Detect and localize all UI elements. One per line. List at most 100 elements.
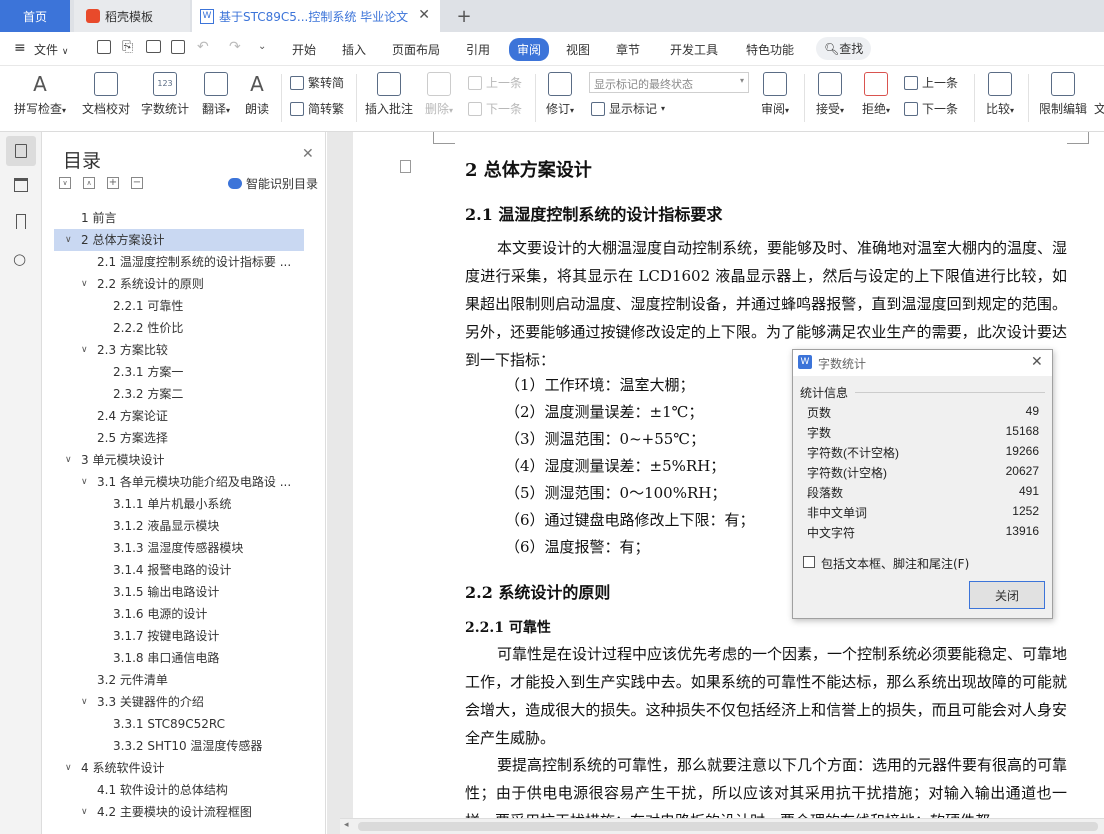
- toc-item[interactable]: 2.5 方案选择: [54, 427, 304, 449]
- prev-comment-button[interactable]: 上一条: [468, 74, 522, 91]
- export-icon[interactable]: ⎘: [122, 39, 133, 55]
- list-item: （6）温度报警：有；: [505, 538, 650, 556]
- print-preview-icon[interactable]: [171, 40, 185, 54]
- collapse-all-icon[interactable]: ∨: [59, 177, 71, 189]
- toc-item[interactable]: ∨ 2.3 方案比较: [54, 339, 304, 361]
- tab-home[interactable]: 首页: [0, 0, 70, 32]
- chevron-down-icon[interactable]: ∨: [81, 471, 88, 493]
- horizontal-scrollbar[interactable]: ◂: [340, 818, 1104, 834]
- insert-comment-button[interactable]: 插入批注: [364, 72, 414, 117]
- compare-button[interactable]: 比较▾: [982, 72, 1018, 117]
- paragraph-marker-icon[interactable]: [400, 160, 411, 173]
- add-heading-icon[interactable]: +: [107, 177, 119, 189]
- toc-item[interactable]: ∨ 3.1 各单元模块功能介绍及电路设 ...: [54, 471, 304, 493]
- menu-chapter[interactable]: 章节: [616, 41, 640, 58]
- chevron-down-icon[interactable]: ∨: [81, 273, 88, 295]
- spell-check-button[interactable]: A 拼写检查▾: [10, 72, 70, 117]
- review-pane-button[interactable]: 审阅▾: [758, 72, 792, 117]
- save-icon[interactable]: [97, 40, 111, 54]
- smart-toc-button[interactable]: 智能识别目录: [228, 175, 318, 192]
- toc-item[interactable]: 3.2 元件清单: [54, 669, 304, 691]
- toc-item[interactable]: 3.1.8 串口通信电路: [54, 647, 304, 669]
- tab-document[interactable]: W 基于STC89C5...控制系统 毕业论文 ✕: [192, 0, 440, 32]
- show-markup-button[interactable]: 显示标记 ▾: [591, 100, 665, 117]
- toc-item[interactable]: 3.1.2 液晶显示模块: [54, 515, 304, 537]
- toc-item[interactable]: 3.3.1 STC89C52RC: [54, 713, 304, 735]
- menu-page-layout[interactable]: 页面布局: [392, 41, 440, 58]
- toc-item[interactable]: 2.4 方案论证: [54, 405, 304, 427]
- menu-icon[interactable]: ≡: [14, 40, 26, 56]
- toc-item[interactable]: 3.1.5 输出电路设计: [54, 581, 304, 603]
- prev-change-button[interactable]: 上一条: [904, 74, 958, 91]
- menu-insert[interactable]: 插入: [342, 41, 366, 58]
- toc-item[interactable]: 2.2.1 可靠性: [54, 295, 304, 317]
- redo-icon[interactable]: ↷: [229, 39, 241, 55]
- toc-item[interactable]: 3.3.2 SHT10 温湿度传感器: [54, 735, 304, 757]
- toc-item[interactable]: 2.3.2 方案二: [54, 383, 304, 405]
- toc-item[interactable]: 3.1.4 报警电路的设计: [54, 559, 304, 581]
- word-count-button[interactable]: 123 字数统计: [140, 72, 190, 117]
- toc-item[interactable]: ∨ 3.3 关键器件的介绍: [54, 691, 304, 713]
- toc-item[interactable]: ∨ 4 系统软件设计: [54, 757, 304, 779]
- toc-item[interactable]: 2.3.1 方案一: [54, 361, 304, 383]
- reject-button[interactable]: 拒绝▾: [858, 72, 894, 117]
- remove-heading-icon[interactable]: −: [131, 177, 143, 189]
- translate-button[interactable]: 翻译▾: [198, 72, 234, 117]
- scroll-left-icon[interactable]: ◂: [344, 820, 349, 830]
- chevron-down-icon[interactable]: ∨: [65, 757, 72, 779]
- toc-item[interactable]: ∨ 3 单元模块设计: [54, 449, 304, 471]
- track-changes-button[interactable]: 修订▾: [542, 72, 578, 117]
- close-nav-icon[interactable]: ✕: [302, 146, 314, 162]
- toc-item[interactable]: 3.1.6 电源的设计: [54, 603, 304, 625]
- chevron-down-icon[interactable]: ∨: [81, 339, 88, 361]
- toc-item[interactable]: ∨ 2.2 系统设计的原则: [54, 273, 304, 295]
- toc-item[interactable]: 1 前言: [54, 207, 304, 229]
- include-notes-checkbox[interactable]: [803, 556, 815, 568]
- chevron-down-icon[interactable]: ∨: [81, 801, 88, 819]
- outline-icon[interactable]: [14, 178, 28, 192]
- menu-features[interactable]: 特色功能: [746, 41, 794, 58]
- dialog-close-icon[interactable]: ✕: [1031, 354, 1043, 370]
- simp-to-trad-button[interactable]: 简转繁: [290, 100, 344, 117]
- trad-to-simp-button[interactable]: 繁转简: [290, 74, 344, 91]
- search-icon[interactable]: ○: [13, 250, 26, 268]
- read-aloud-button[interactable]: A 朗读: [242, 72, 272, 117]
- bookmark-icon[interactable]: [16, 214, 26, 229]
- delete-comment-button[interactable]: 删除▾: [422, 72, 456, 117]
- expand-all-icon[interactable]: ∧: [83, 177, 95, 189]
- next-change-button[interactable]: 下一条: [904, 100, 958, 117]
- search-box[interactable]: 🔍︎查找: [816, 37, 872, 60]
- toc-item[interactable]: 3.1.3 温湿度传感器模块: [54, 537, 304, 559]
- close-tab-icon[interactable]: ✕: [418, 7, 430, 23]
- menu-reference[interactable]: 引用: [466, 41, 490, 58]
- toc-item[interactable]: ∨ 2 总体方案设计: [54, 229, 304, 251]
- toc-item[interactable]: 3.1.1 单片机最小系统: [54, 493, 304, 515]
- dialog-close-button[interactable]: 关闭: [969, 581, 1045, 609]
- file-menu[interactable]: 文件 ∨: [34, 41, 68, 58]
- restrict-editing-button[interactable]: 限制编辑: [1036, 72, 1090, 117]
- menu-review[interactable]: 审阅: [509, 38, 550, 61]
- chevron-down-icon[interactable]: ∨: [81, 691, 88, 713]
- tab-daoke-template[interactable]: 稻壳模板: [74, 0, 190, 32]
- new-tab-button[interactable]: +: [452, 0, 476, 32]
- toc-item[interactable]: ∨ 4.2 主要模块的设计流程框图: [54, 801, 304, 819]
- scroll-thumb[interactable]: [358, 822, 1098, 831]
- accept-button[interactable]: 接受▾: [812, 72, 848, 117]
- toc-item[interactable]: 3.1.7 按键电路设计: [54, 625, 304, 647]
- menu-start[interactable]: 开始: [292, 41, 316, 58]
- print-icon[interactable]: [146, 40, 161, 53]
- menu-view[interactable]: 视图: [566, 41, 590, 58]
- menu-developer[interactable]: 开发工具: [670, 41, 718, 58]
- toc-item[interactable]: 2.1 温湿度控制系统的设计指标要 ...: [54, 251, 304, 273]
- more-icon[interactable]: ⌄: [258, 41, 266, 52]
- toc-panel-button[interactable]: [6, 136, 36, 166]
- toc-item[interactable]: 2.2.2 性价比: [54, 317, 304, 339]
- undo-icon[interactable]: ↶: [197, 39, 209, 55]
- markup-state-select[interactable]: 显示标记的最终状态 ▾: [589, 72, 749, 93]
- chevron-down-icon[interactable]: ∨: [65, 449, 72, 471]
- next-comment-button[interactable]: 下一条: [468, 100, 522, 117]
- proofread-button[interactable]: 文档校对: [80, 72, 132, 117]
- toc-item[interactable]: 4.1 软件设计的总体结构: [54, 779, 304, 801]
- document-button-cut[interactable]: 文: [1094, 72, 1104, 117]
- chevron-down-icon[interactable]: ∨: [65, 229, 72, 251]
